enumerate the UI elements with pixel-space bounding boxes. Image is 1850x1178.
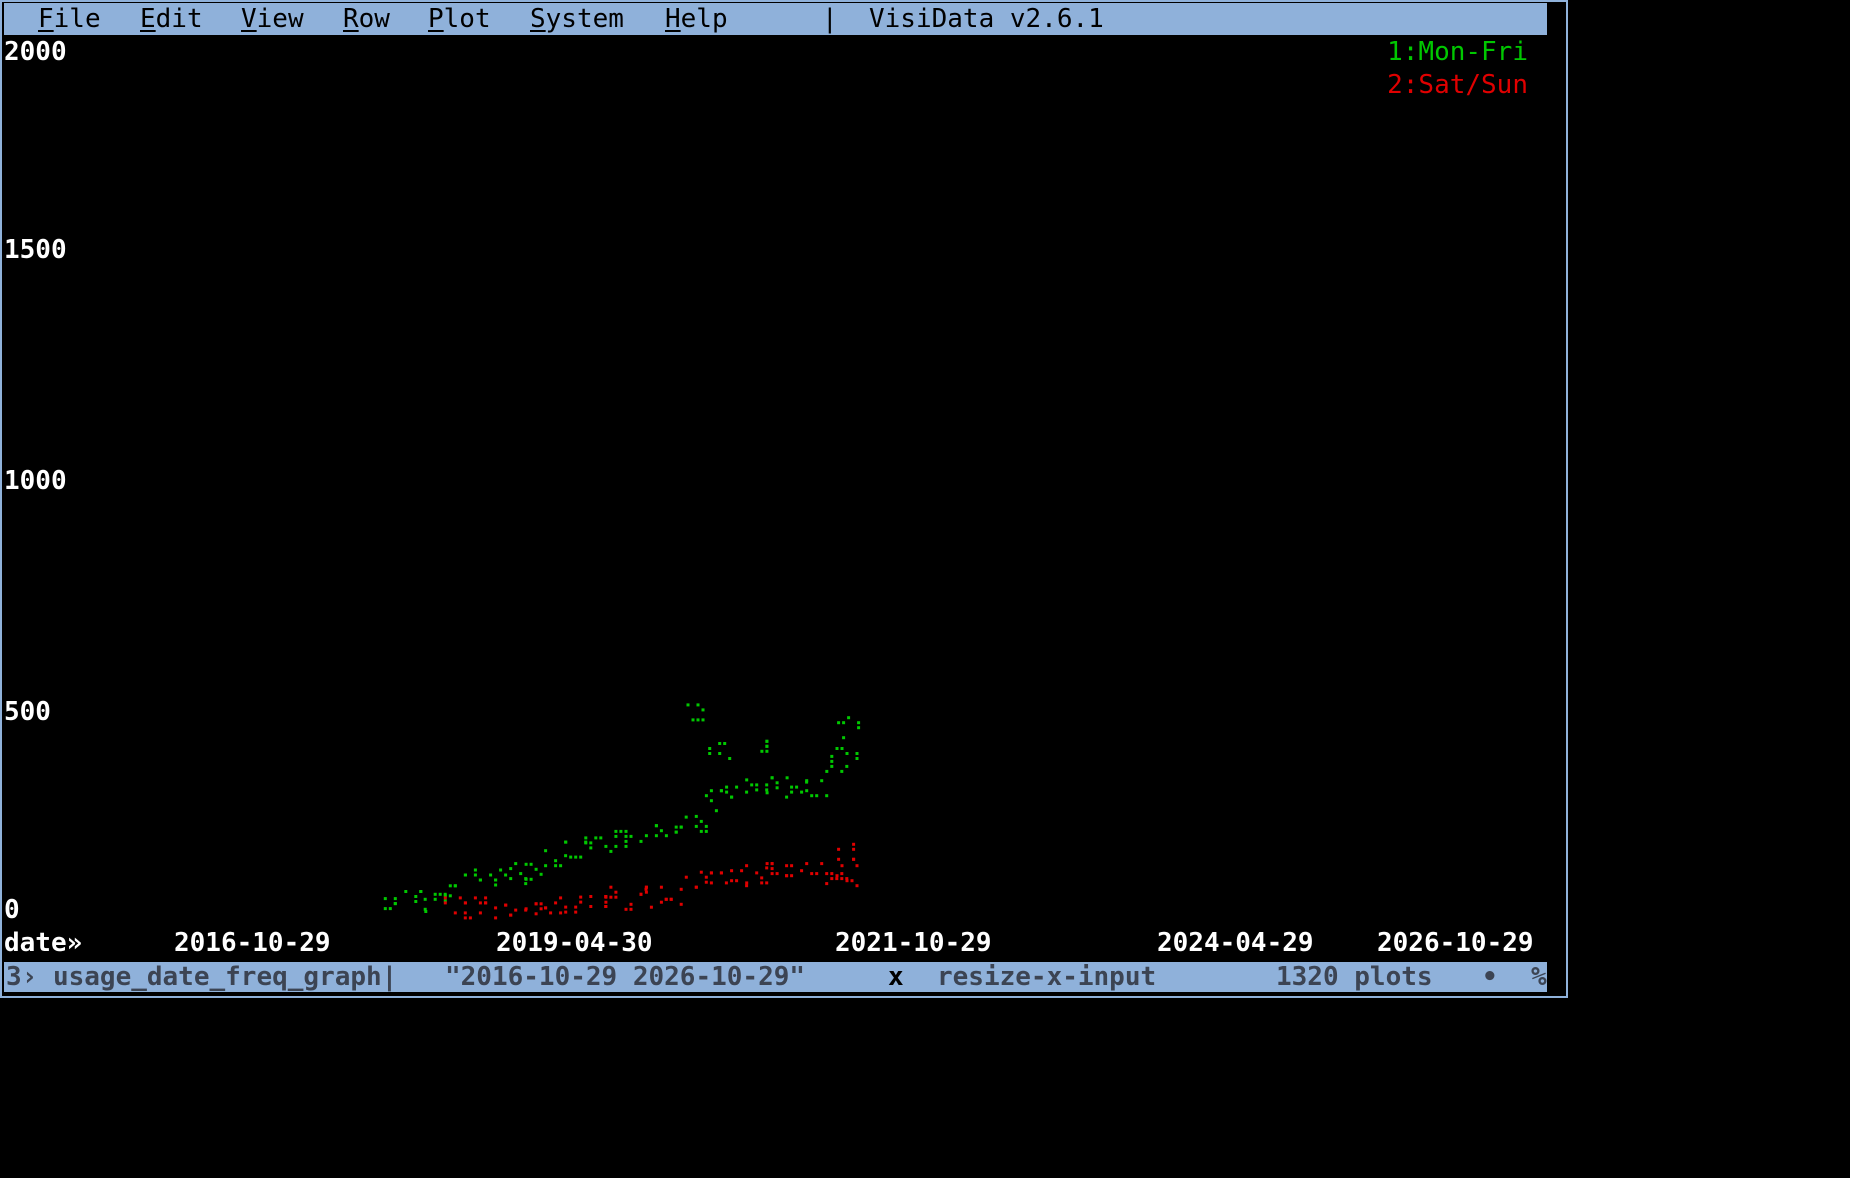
input-value[interactable]: "2016-10-29 2026-10-29" [445,962,805,992]
x-tick-label: 2021-10-29 [835,928,992,958]
plot-point-sat-sun [785,864,804,878]
plot-point-sat-sun [644,885,663,909]
plot-point-mon-fri [704,789,723,813]
last-keystroke: x [888,962,904,992]
x-tick-label: 2024-04-29 [1157,928,1314,958]
plot-point-mon-fri [423,892,447,911]
plot-point-mon-fri [694,814,708,833]
plot-point-mon-fri [584,836,603,850]
status-bullet: • [1482,962,1498,992]
plot-point-mon-fri [805,779,829,798]
plot-point-sat-sun [524,902,543,916]
plot-point-mon-fri [686,703,705,722]
plot-point-mon-fri [624,829,643,848]
plot-point-mon-fri [509,862,528,886]
plot-point-sat-sun [837,842,856,861]
plot-point-mon-fri [604,829,623,853]
plot-point-mon-fri [463,868,482,882]
plot-point-mon-fri [489,868,508,887]
plot-point-mon-fri [725,785,749,799]
x-axis-label: date» [4,928,83,958]
progress-percent: % [1531,962,1547,992]
plot-point-sat-sun [830,872,849,881]
plot-point-sat-sun [745,866,769,885]
plot-point-sat-sun [504,903,528,917]
x-tick-label: 2019-04-30 [496,928,653,958]
plot-point-mon-fri [564,840,588,859]
plot-count: 1320 plots [1276,962,1433,992]
plot-point-sat-sun [564,895,583,914]
x-tick-label: 2026-10-29 [1377,928,1534,958]
plot-point-sat-sun [463,896,482,920]
sheet-name[interactable]: 3› usage_date_freq_graph| [6,962,397,992]
plot-point-mon-fri [765,776,789,795]
status-bar: 3› usage_date_freq_graph| "2016-10-29 20… [4,962,1547,992]
plot-point-mon-fri [825,754,849,773]
plot-point-sat-sun [484,896,498,920]
plot-point-mon-fri [785,780,809,799]
plot-point-sat-sun [664,887,683,906]
plot-point-sat-sun [835,864,859,888]
plot-point-mon-fri [835,747,859,760]
last-command: resize-x-input [937,962,1157,992]
plot-point-sat-sun [604,885,618,904]
plot-point-mon-fri [644,824,668,838]
plot-point-mon-fri [745,778,769,792]
plot-point-mon-fri [760,739,769,753]
scatter-plot[interactable] [0,0,1568,998]
plot-point-sat-sun [443,896,467,920]
plot-point-mon-fri [383,897,397,911]
plot-point-mon-fri [544,849,568,868]
plot-point-sat-sun [709,871,728,885]
plot-point-mon-fri [524,862,543,881]
plot-point-mon-fri [837,716,861,740]
plot-point-sat-sun [805,862,829,886]
x-tick-label: 2016-10-29 [174,928,331,958]
plot-point-sat-sun [624,887,648,911]
plot-point-sat-sun [544,896,563,915]
plot-point-mon-fri [708,742,732,760]
plot-point-mon-fri [674,815,688,834]
plot-point-sat-sun [684,870,708,889]
